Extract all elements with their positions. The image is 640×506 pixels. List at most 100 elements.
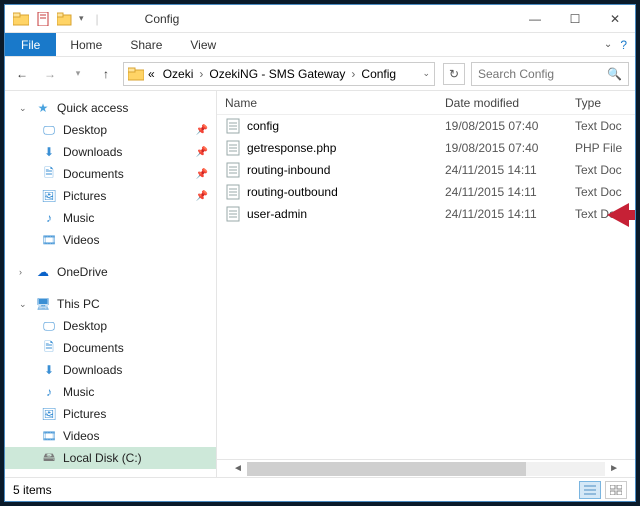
file-tab[interactable]: File — [5, 33, 56, 56]
file-icon — [225, 118, 241, 134]
cloud-icon: ☁ — [35, 264, 51, 280]
downloads-icon: ⬇ — [41, 144, 57, 160]
forward-button[interactable]: → — [39, 63, 61, 85]
tree-this-pc[interactable]: ⌄🖥This PC — [5, 293, 216, 315]
file-icon — [225, 184, 241, 200]
tree-pc-videos[interactable]: 🎞Videos — [5, 425, 216, 447]
navigation-row: ← → ▾ ↑ « Ozeki › OzekiNG - SMS Gateway … — [5, 57, 635, 91]
new-folder-icon[interactable] — [57, 11, 73, 27]
scroll-left-icon[interactable]: ◄ — [233, 463, 243, 474]
up-button[interactable]: ↑ — [95, 63, 117, 85]
breadcrumb-seg[interactable]: Config — [357, 67, 400, 81]
col-type[interactable]: Type — [567, 96, 635, 110]
tree-pc-downloads[interactable]: ⬇Downloads — [5, 359, 216, 381]
breadcrumb-prefix[interactable]: « — [144, 67, 159, 81]
file-date: 19/08/2015 07:40 — [437, 119, 567, 133]
horizontal-scrollbar[interactable]: ◄ ► — [217, 459, 635, 477]
file-date: 19/08/2015 07:40 — [437, 141, 567, 155]
file-list: config 19/08/2015 07:40Text Doc getrespons… — [217, 115, 635, 459]
breadcrumb-seg[interactable]: OzekiNG - SMS Gateway — [205, 67, 349, 81]
file-icon — [225, 162, 241, 178]
pin-icon: 📌 — [196, 169, 208, 180]
file-row[interactable]: user-admin24/11/2015 14:11Text Doc — [217, 203, 635, 225]
close-button[interactable]: ✕ — [595, 5, 635, 32]
address-dropdown-icon[interactable]: ⌄ — [418, 68, 430, 79]
star-icon: ★ — [35, 100, 51, 116]
videos-icon: 🎞 — [41, 428, 57, 444]
tree-quick-access[interactable]: ⌄★Quick access — [5, 97, 216, 119]
desktop-icon: 🖵 — [41, 122, 57, 138]
tree-pc-documents[interactable]: 🗎Documents — [5, 337, 216, 359]
chevron-right-icon[interactable]: › — [197, 67, 205, 81]
properties-icon[interactable] — [35, 11, 51, 27]
file-row[interactable]: config 19/08/2015 07:40Text Doc — [217, 115, 635, 137]
annotation-arrow — [607, 201, 635, 232]
tree-pc-music[interactable]: ♪Music — [5, 381, 216, 403]
file-date: 24/11/2015 14:11 — [437, 185, 567, 199]
help-icon[interactable]: ? — [620, 38, 627, 52]
tree-pictures[interactable]: 🖼Pictures📌 — [5, 185, 216, 207]
search-box[interactable]: 🔍 — [471, 62, 629, 86]
file-row[interactable]: getresponse.php19/08/2015 07:40PHP File — [217, 137, 635, 159]
tree-pc-pictures[interactable]: 🖼Pictures — [5, 403, 216, 425]
file-row[interactable]: routing-outbound24/11/2015 14:11Text Doc — [217, 181, 635, 203]
navigation-pane: ⌄★Quick access 🖵Desktop📌 ⬇Downloads📌 🗎Do… — [5, 91, 217, 477]
scroll-track[interactable] — [247, 462, 605, 476]
tab-view[interactable]: View — [176, 33, 230, 56]
file-type: Text Doc — [567, 119, 635, 133]
downloads-icon: ⬇ — [41, 362, 57, 378]
tree-music[interactable]: ♪Music — [5, 207, 216, 229]
documents-icon: 🗎 — [41, 340, 57, 356]
file-date: 24/11/2015 14:11 — [437, 163, 567, 177]
quick-access-toolbar: ▾ | — [5, 11, 105, 27]
videos-icon: 🎞 — [41, 232, 57, 248]
music-icon: ♪ — [41, 384, 57, 400]
drive-icon: 🖴 — [41, 450, 57, 466]
qat-dropdown-icon[interactable]: ▾ — [79, 13, 84, 24]
ribbon: File Home Share View ⌄ ? — [5, 33, 635, 57]
file-name: routing-inbound — [247, 163, 330, 177]
pin-icon: 📌 — [196, 191, 208, 202]
file-icon — [225, 206, 241, 222]
file-date: 24/11/2015 14:11 — [437, 207, 567, 221]
chevron-right-icon[interactable]: › — [349, 67, 357, 81]
column-headers: Name Date modified Type — [217, 91, 635, 115]
file-name: config — [247, 119, 279, 133]
tree-videos[interactable]: 🎞Videos — [5, 229, 216, 251]
maximize-button[interactable]: ☐ — [555, 5, 595, 32]
search-icon: 🔍 — [607, 67, 622, 81]
file-icon — [225, 140, 241, 156]
refresh-button[interactable]: ↻ — [443, 63, 465, 85]
folder-icon — [128, 66, 144, 82]
tab-home[interactable]: Home — [56, 33, 116, 56]
large-icons-view-button[interactable] — [605, 481, 627, 499]
tree-onedrive[interactable]: ›☁OneDrive — [5, 261, 216, 283]
col-name[interactable]: Name — [217, 96, 437, 110]
documents-icon: 🗎 — [41, 166, 57, 182]
search-input[interactable] — [478, 67, 622, 81]
recent-dropdown[interactable]: ▾ — [67, 63, 89, 85]
window-controls: — ☐ ✕ — [515, 5, 635, 32]
tab-share[interactable]: Share — [116, 33, 176, 56]
folder-icon — [13, 11, 29, 27]
tree-pc-desktop[interactable]: 🖵Desktop — [5, 315, 216, 337]
pc-icon: 🖥 — [35, 296, 51, 312]
address-bar[interactable]: « Ozeki › OzekiNG - SMS Gateway › Config… — [123, 62, 435, 86]
file-row[interactable]: routing-inbound24/11/2015 14:11Text Doc — [217, 159, 635, 181]
status-text: 5 items — [13, 483, 52, 497]
tree-local-disk-c[interactable]: 🖴Local Disk (C:) — [5, 447, 216, 469]
scroll-right-icon[interactable]: ► — [609, 463, 619, 474]
status-bar: 5 items — [5, 477, 635, 501]
tree-downloads[interactable]: ⬇Downloads📌 — [5, 141, 216, 163]
scroll-thumb[interactable] — [247, 462, 526, 476]
view-buttons — [579, 481, 627, 499]
tree-documents[interactable]: 🗎Documents📌 — [5, 163, 216, 185]
file-name: getresponse.php — [247, 141, 336, 155]
details-view-button[interactable] — [579, 481, 601, 499]
col-date[interactable]: Date modified — [437, 96, 567, 110]
tree-desktop[interactable]: 🖵Desktop📌 — [5, 119, 216, 141]
ribbon-expand-icon[interactable]: ⌄ — [604, 39, 612, 50]
breadcrumb-seg[interactable]: Ozeki — [159, 67, 198, 81]
minimize-button[interactable]: — — [515, 5, 555, 32]
back-button[interactable]: ← — [11, 63, 33, 85]
